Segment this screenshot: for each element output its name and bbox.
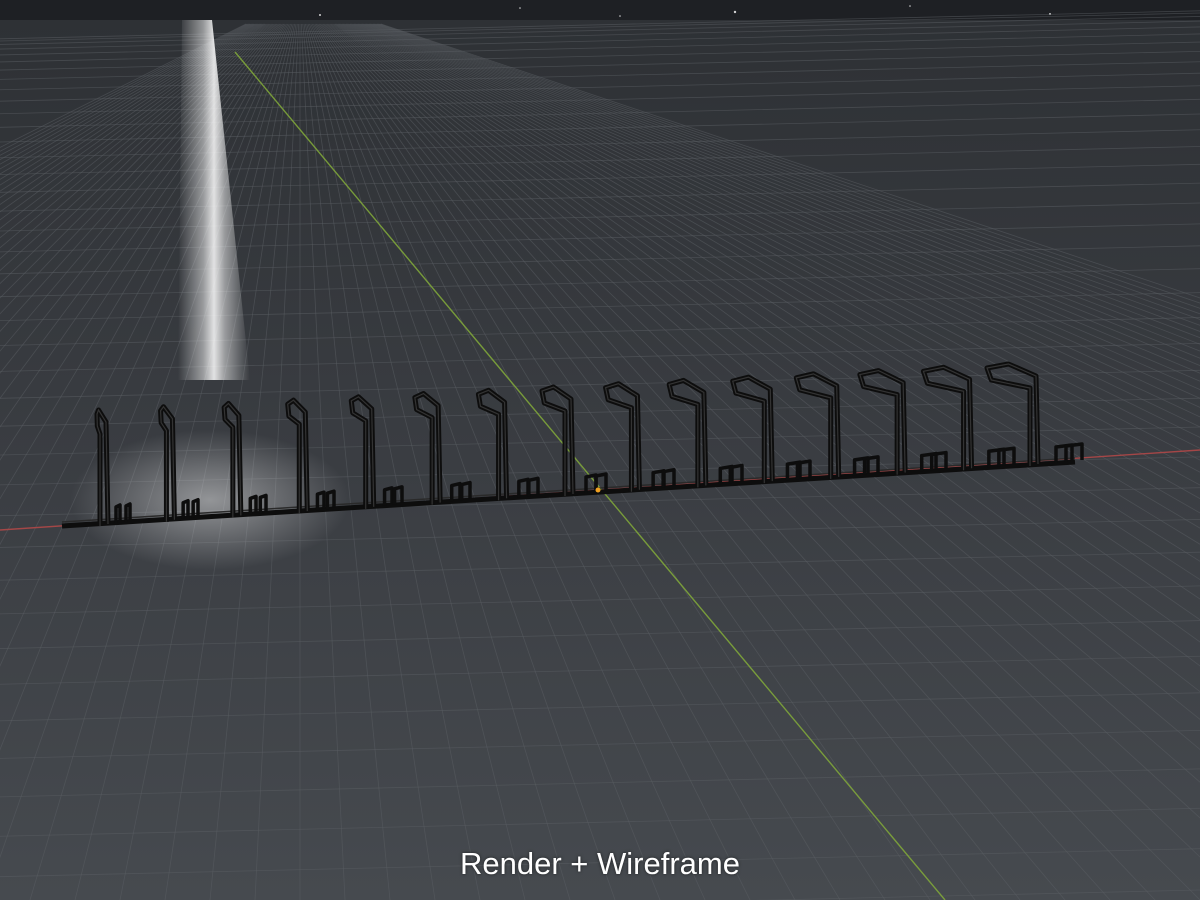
3d-viewport[interactable] [0, 0, 1200, 900]
origin-point [595, 487, 601, 493]
viewport-caption: Render + Wireframe [460, 846, 740, 881]
